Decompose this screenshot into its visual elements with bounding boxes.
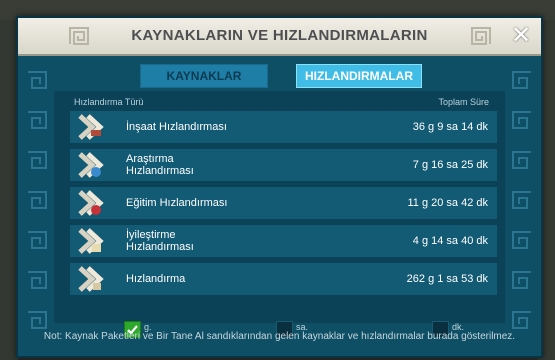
column-header-type: Hızlandırma Türü	[74, 97, 144, 107]
speedup-row-healing: İyileştirme Hızlandırması 4 g 14 sa 40 d…	[70, 225, 497, 257]
hourglass-speedup-icon	[78, 266, 104, 292]
resources-dialog: KAYNAKLARIN VE HIZLANDIRMALARIN ✕ KAYNAK…	[16, 16, 543, 358]
tab-speedups[interactable]: HIZLANDIRMALAR	[296, 64, 422, 88]
column-header-total: Toplam Süre	[438, 97, 489, 107]
speedup-total: 262 g 1 sa 53 dk	[406, 273, 488, 285]
speedup-row-research: Araştırma Hızlandırması 7 g 16 sa 25 dk	[70, 149, 497, 181]
speedup-label: İnşaat Hızlandırması	[126, 121, 227, 133]
speedup-row-general: Hızlandırma 262 g 1 sa 53 dk	[70, 263, 497, 295]
side-pattern-right	[512, 71, 531, 329]
side-pattern-left	[28, 71, 47, 329]
speedup-label: İyileştirme	[126, 229, 176, 241]
speedups-panel: Hızlandırma Türü Toplam Süre İnşaat Hızl…	[54, 91, 505, 338]
close-button[interactable]: ✕	[509, 24, 533, 48]
speedup-label: Hızlandırması	[126, 165, 194, 177]
meander-ornament-icon	[471, 27, 491, 45]
speedup-label: Araştırma	[126, 153, 174, 165]
speedup-row-construction: İnşaat Hızlandırması 36 g 9 sa 14 dk	[70, 111, 497, 143]
speedup-label: Hızlandırması	[126, 241, 194, 253]
speedup-label: Hızlandırma	[126, 273, 186, 285]
tab-resources[interactable]: KAYNAKLAR	[140, 64, 268, 88]
hourglass-hammer-icon	[78, 114, 104, 140]
speedup-label: Eğitim Hızlandırması	[126, 197, 228, 209]
speedup-row-training: Eğitim Hızlandırması 11 g 20 sa 42 dk	[70, 187, 497, 219]
hourglass-research-icon	[78, 152, 104, 178]
speedup-total: 11 g 20 sa 42 dk	[407, 197, 488, 209]
speedup-total: 4 g 14 sa 40 dk	[412, 235, 488, 247]
hourglass-healing-icon	[78, 228, 104, 254]
hourglass-training-icon	[78, 190, 104, 216]
speedup-total: 7 g 16 sa 25 dk	[412, 159, 488, 171]
speedup-total: 36 g 9 sa 14 dk	[412, 121, 488, 133]
footnote: Not: Kaynak Paketleri ve Bir Tane Al san…	[43, 331, 516, 342]
title-bar: KAYNAKLARIN VE HIZLANDIRMALARIN ✕	[18, 18, 541, 56]
dialog-title: KAYNAKLARIN VE HIZLANDIRMALARIN	[131, 27, 428, 44]
